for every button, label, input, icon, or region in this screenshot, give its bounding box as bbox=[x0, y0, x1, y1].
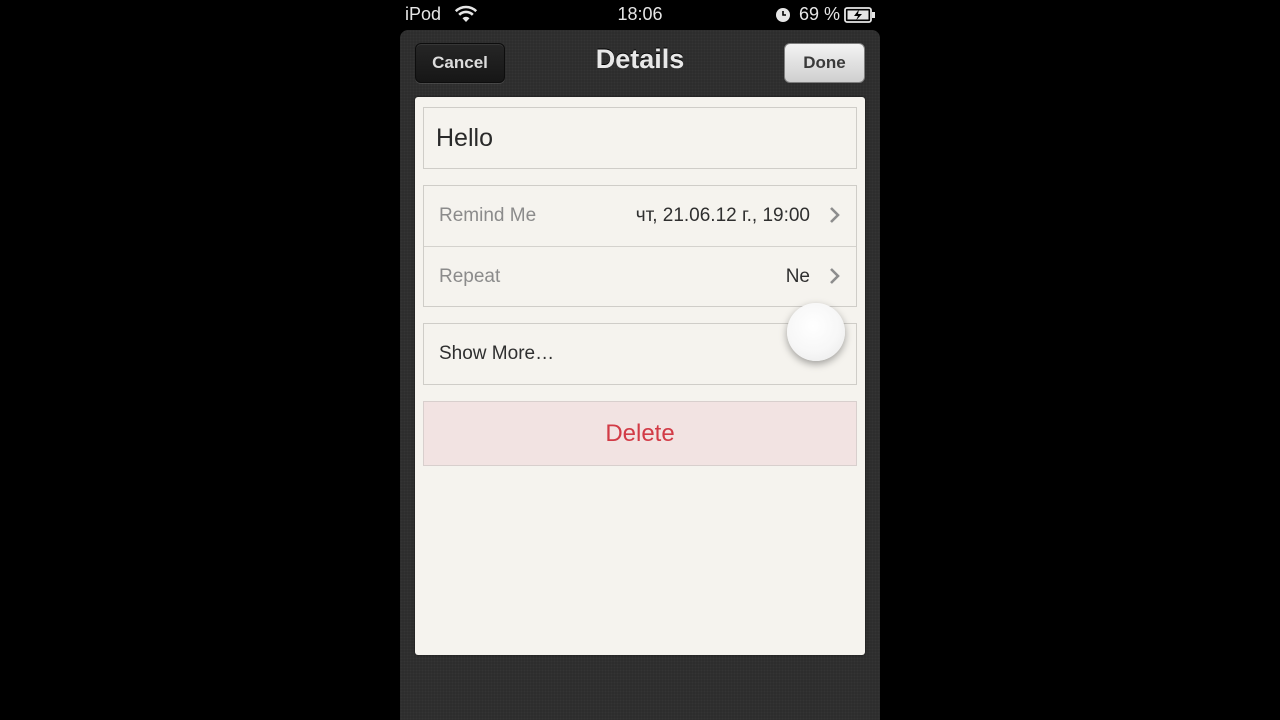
details-panel: Hello Remind Me чт, 21.06.12 г., 19:00 R… bbox=[415, 97, 865, 655]
done-button[interactable]: Done bbox=[784, 43, 865, 83]
remind-me-label: Remind Me bbox=[439, 205, 537, 226]
delete-label: Delete bbox=[605, 419, 675, 447]
delete-button[interactable]: Delete bbox=[423, 401, 857, 466]
reminder-title-field[interactable]: Hello bbox=[423, 107, 857, 169]
remind-me-value: чт, 21.06.12 г., 19:00 bbox=[635, 205, 810, 226]
navigation-bar: Cancel Details Done bbox=[400, 30, 880, 96]
remind-me-row[interactable]: Remind Me чт, 21.06.12 г., 19:00 bbox=[424, 186, 856, 246]
touch-indicator bbox=[787, 303, 845, 361]
repeat-value: Ne bbox=[785, 266, 810, 287]
battery-charging-icon bbox=[844, 7, 875, 23]
repeat-label: Repeat bbox=[439, 266, 501, 287]
status-bar: iPod 18:06 69 % bbox=[400, 0, 880, 30]
chevron-right-icon bbox=[830, 268, 840, 284]
chevron-right-icon bbox=[830, 207, 840, 223]
battery-percentage: 69 % bbox=[799, 4, 841, 24]
reminder-title-text: Hello bbox=[436, 124, 493, 152]
app-window: Cancel Details Done Hello Remind Me чт, … bbox=[400, 30, 880, 720]
show-more-label: Show More… bbox=[439, 343, 555, 364]
reminder-settings-group: Remind Me чт, 21.06.12 г., 19:00 Repeat … bbox=[423, 185, 857, 307]
alarm-icon bbox=[776, 8, 790, 22]
repeat-row[interactable]: Repeat Ne bbox=[424, 246, 856, 307]
